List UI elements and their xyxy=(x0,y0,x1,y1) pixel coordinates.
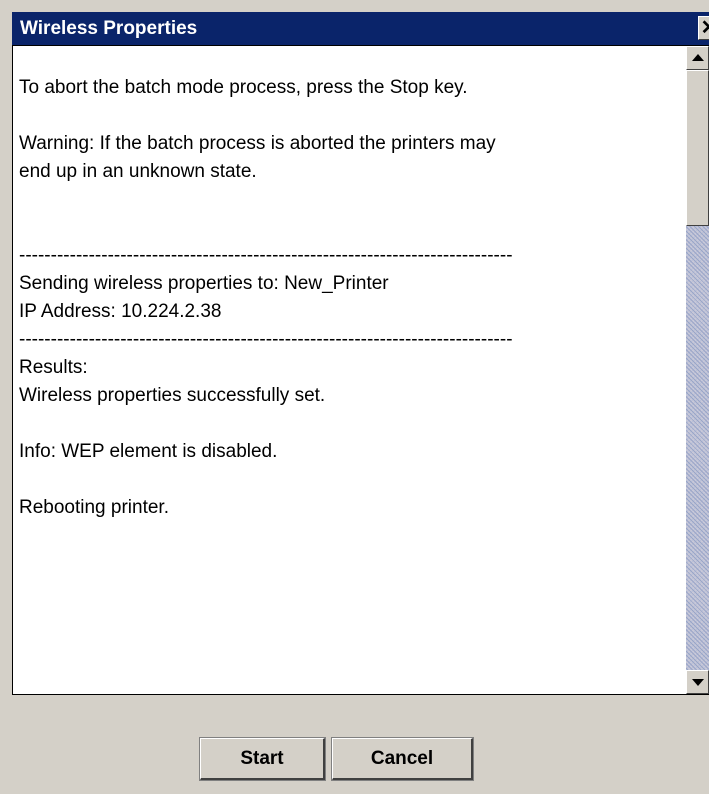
log-line: Rebooting printer. xyxy=(19,497,169,518)
log-line: Wireless properties successfully set. xyxy=(19,385,326,406)
scroll-thumb[interactable] xyxy=(686,70,709,226)
close-icon: ✕ xyxy=(700,17,709,39)
start-button[interactable]: Start xyxy=(199,737,326,781)
arrow-down-icon xyxy=(692,679,704,686)
scroll-down-button[interactable] xyxy=(686,670,709,694)
log-separator: ----------------------------------------… xyxy=(19,329,513,350)
scroll-up-button[interactable] xyxy=(686,46,709,70)
button-panel: Start Cancel xyxy=(12,695,709,794)
title-bar[interactable]: Wireless Properties ✕ xyxy=(12,12,709,45)
log-text: To abort the batch mode process, press t… xyxy=(19,46,685,694)
log-line: Sending wireless properties to: New_Prin… xyxy=(19,273,389,294)
log-line: Info: WEP element is disabled. xyxy=(19,441,278,462)
log-line: end up in an unknown state. xyxy=(19,161,257,182)
log-line: Warning: If the batch process is aborted… xyxy=(19,133,496,154)
window-title: Wireless Properties xyxy=(20,18,198,39)
log-line: To abort the batch mode process, press t… xyxy=(19,77,468,98)
log-output-area[interactable]: To abort the batch mode process, press t… xyxy=(12,45,709,695)
arrow-up-icon xyxy=(692,54,704,61)
cancel-button[interactable]: Cancel xyxy=(331,737,474,781)
vertical-scrollbar[interactable] xyxy=(686,46,709,694)
close-button[interactable]: ✕ xyxy=(698,16,709,40)
log-separator: ----------------------------------------… xyxy=(19,245,513,266)
log-line: Results: xyxy=(19,357,88,378)
log-line: IP Address: 10.224.2.38 xyxy=(19,301,222,322)
wireless-properties-dialog: Wireless Properties ✕ To abort the batch… xyxy=(0,0,709,794)
